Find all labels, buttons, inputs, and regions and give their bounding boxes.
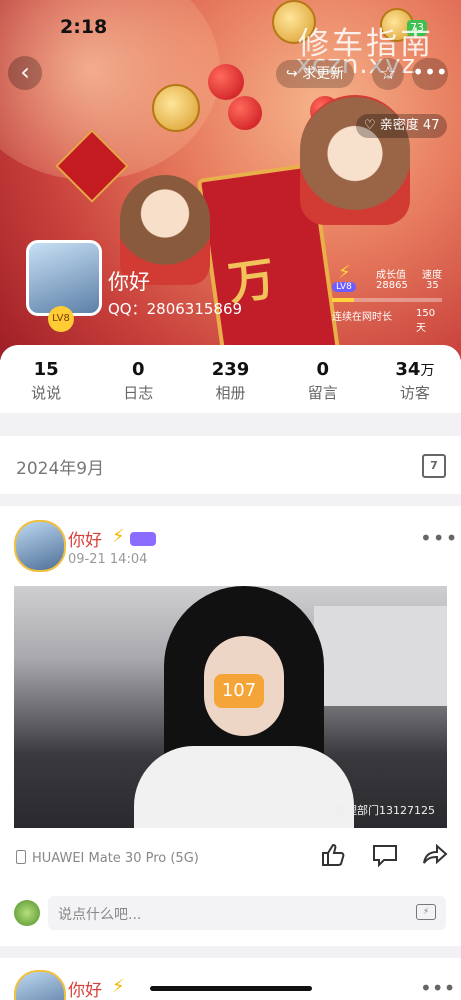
stat-number: 0	[316, 359, 329, 380]
comment-button[interactable]	[372, 842, 398, 868]
online-duration-label: 连续在网时长	[332, 312, 392, 323]
emoji-icon[interactable]: ⚡	[416, 904, 436, 920]
like-button[interactable]	[320, 842, 346, 868]
my-avatar	[14, 900, 40, 926]
month-label: 2024年9月	[16, 459, 105, 479]
stat-number: 239	[211, 359, 250, 380]
heart-icon: ♡	[364, 118, 376, 133]
profile-header: 万 2:18 73 修车指南 xczn.xyz ‹ ↪ 求更新 ☆ ••• ♡ …	[0, 0, 461, 360]
lightning-icon: ⚡	[112, 526, 125, 547]
post-avatar[interactable]	[14, 970, 66, 1000]
feed-post: 你好 ⚡ •••	[0, 958, 461, 1000]
profile-nickname: 你好	[108, 270, 150, 294]
lantern-decoration	[228, 96, 262, 130]
calendar-icon[interactable]: 7	[422, 454, 446, 478]
share-icon	[423, 843, 448, 865]
more-dots-icon: •••	[412, 60, 448, 84]
stat-label: 说说	[31, 384, 62, 402]
post-photo[interactable]: 107 管理部门13127125	[14, 586, 447, 828]
back-button[interactable]: ‹	[8, 56, 42, 90]
comment-icon	[373, 845, 397, 868]
intimacy-label: 亲密度 47	[379, 118, 440, 133]
stat-label: 相册	[215, 384, 246, 402]
stats-bar: 15 说说 0 日志 239 相册 0 留言 34万 访客	[0, 345, 461, 413]
stat-album[interactable]: 239 相册	[184, 345, 276, 413]
lantern-decoration	[208, 64, 244, 100]
stat-number: 0	[132, 359, 145, 380]
vip-badge	[130, 532, 156, 546]
growth-progress-fill	[332, 298, 354, 302]
post-more-button[interactable]: •••	[420, 526, 458, 550]
post-timestamp: 09-21 14:04	[68, 552, 148, 567]
photo-subject-shirt	[134, 746, 354, 828]
car-window	[314, 606, 447, 706]
device-name: HUAWEI Mate 30 Pro (5G)	[32, 851, 199, 866]
share-button[interactable]	[422, 842, 448, 868]
photo-watermark: 管理部门13127125	[335, 804, 435, 817]
vip-level-badge: LV8	[332, 282, 356, 292]
status-time: 2:18	[60, 16, 108, 38]
growth-value: 28865	[376, 280, 408, 291]
lightning-icon: ⚡	[112, 976, 125, 997]
post-author-name[interactable]: 你好	[68, 976, 102, 1000]
comment-input[interactable]: 说点什么吧... ⚡	[48, 896, 446, 930]
growth-progress-bar	[332, 298, 442, 302]
speed-value: 35	[426, 280, 439, 291]
stat-number: 15	[33, 359, 59, 380]
profile-avatar[interactable]	[26, 240, 102, 316]
feed-post: 你好 ⚡ 09-21 14:04 ••• 107 管理部门13127125 HU…	[0, 506, 461, 946]
request-update-label: 求更新	[302, 66, 345, 82]
home-indicator[interactable]	[150, 986, 312, 991]
request-update-button[interactable]: ↪ 求更新	[276, 60, 355, 88]
stat-shuoshuo[interactable]: 15 说说	[0, 345, 92, 413]
stat-unit: 万	[420, 363, 435, 379]
favorite-button[interactable]: ☆	[372, 58, 404, 90]
stat-label: 留言	[307, 384, 338, 402]
post-avatar[interactable]	[14, 520, 66, 572]
level-panel[interactable]: ⚡ LV8 成长值 28865 速度 35 连续在网时长 150天	[332, 262, 444, 334]
stat-blog[interactable]: 0 日志	[92, 345, 184, 413]
device-info: HUAWEI Mate 30 Pro (5G)	[16, 850, 199, 866]
online-duration-value: 150天	[416, 308, 436, 334]
date-section: 2024年9月 7	[0, 436, 461, 494]
stat-visitors[interactable]: 34万 访客	[369, 345, 461, 413]
coin-decoration	[152, 84, 200, 132]
star-icon: ☆	[379, 63, 397, 84]
share-arrow-icon: ↪	[286, 66, 298, 82]
post-more-button[interactable]: •••	[420, 976, 455, 1000]
post-author-name[interactable]: 你好	[68, 526, 102, 551]
lightning-icon: ⚡	[338, 262, 351, 283]
thumbs-up-icon	[322, 843, 345, 866]
photo-number-badge: 107	[214, 674, 264, 708]
intimacy-badge[interactable]: ♡ 亲密度 47	[356, 114, 448, 138]
phone-icon	[16, 850, 26, 864]
growth-label: 成长值	[376, 270, 406, 281]
speed-label: 速度	[422, 270, 442, 281]
stat-label: 日志	[123, 384, 154, 402]
stat-messages[interactable]: 0 留言	[277, 345, 369, 413]
qq-number: QQ：2806315869	[108, 300, 243, 318]
stat-label: 访客	[399, 384, 430, 402]
more-options-button[interactable]: •••	[412, 58, 448, 90]
level-badge: LV8	[48, 306, 74, 332]
stat-number: 34	[395, 359, 421, 380]
comment-placeholder: 说点什么吧...	[58, 907, 142, 923]
chevron-left-icon: ‹	[20, 58, 30, 86]
